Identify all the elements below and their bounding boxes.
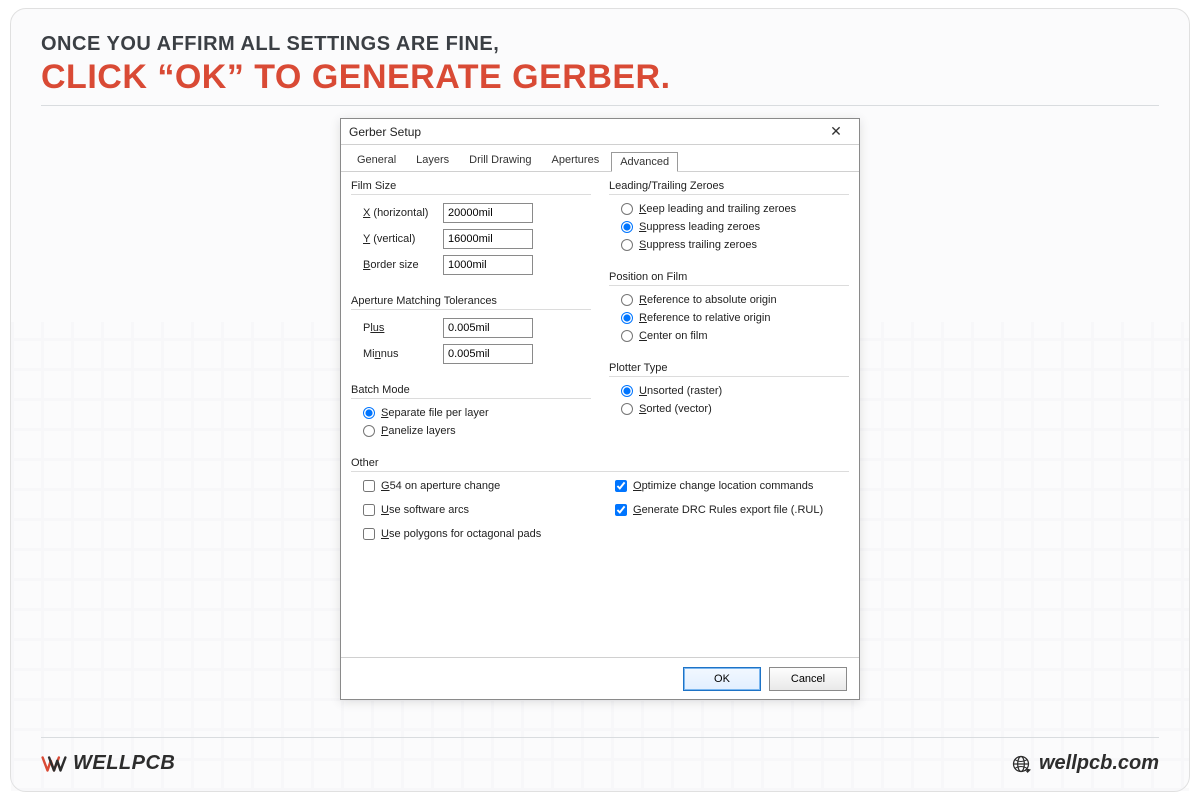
film-size-x-input[interactable] bbox=[443, 203, 533, 223]
tab-bar: General Layers Drill Drawing Apertures A… bbox=[341, 145, 859, 172]
plotter-sorted[interactable]: Sorted (vector) bbox=[621, 403, 849, 415]
position-center-radio[interactable] bbox=[621, 330, 633, 342]
position-center[interactable]: Center on film bbox=[621, 330, 849, 342]
other-generate-drc[interactable]: Generate DRC Rules export file (.RUL) bbox=[615, 504, 849, 516]
brand-name: WELLPCB bbox=[73, 752, 175, 775]
headline-main: CLICK “OK” TO GENERATE GERBER. bbox=[41, 58, 1159, 97]
group-position: Position on Film Reference to absolute o… bbox=[609, 271, 849, 354]
group-zeroes: Leading/Trailing Zeroes Keep leading and… bbox=[609, 180, 849, 263]
tab-advanced[interactable]: Advanced bbox=[611, 152, 678, 172]
gerber-setup-dialog: Gerber Setup ✕ General Layers Drill Draw… bbox=[340, 118, 860, 700]
group-position-legend: Position on Film bbox=[609, 271, 849, 283]
zeroes-suppress-trailing-radio[interactable] bbox=[621, 239, 633, 251]
zeroes-keep[interactable]: Keep leading and trailing zeroes bbox=[621, 203, 849, 215]
film-size-y-label: Y (vertical) bbox=[363, 233, 443, 245]
other-software-arcs-checkbox[interactable] bbox=[363, 504, 375, 516]
zeroes-suppress-leading-radio[interactable] bbox=[621, 221, 633, 233]
aperture-plus-label: Plus bbox=[363, 322, 443, 334]
headline-sub: ONCE YOU AFFIRM ALL SETTINGS ARE FINE, bbox=[41, 33, 1159, 56]
other-g54[interactable]: G54 on aperture change bbox=[363, 480, 597, 492]
aperture-plus-input[interactable] bbox=[443, 318, 533, 338]
group-aperture-tolerances-legend: Aperture Matching Tolerances bbox=[351, 295, 591, 307]
group-aperture-tolerances: Aperture Matching Tolerances Plus Minnus bbox=[351, 295, 591, 376]
tab-layers[interactable]: Layers bbox=[408, 151, 457, 171]
film-size-border-label: Border size bbox=[363, 259, 443, 271]
tab-apertures[interactable]: Apertures bbox=[544, 151, 608, 171]
headline: ONCE YOU AFFIRM ALL SETTINGS ARE FINE, C… bbox=[41, 33, 1159, 118]
group-plotter-type-legend: Plotter Type bbox=[609, 362, 849, 374]
batch-mode-panelize-radio[interactable] bbox=[363, 425, 375, 437]
brand-site: wellpcb.com bbox=[1011, 752, 1159, 775]
aperture-minus-input[interactable] bbox=[443, 344, 533, 364]
plotter-unsorted[interactable]: Unsorted (raster) bbox=[621, 385, 849, 397]
dialog-buttonbar: OK Cancel bbox=[341, 657, 859, 699]
dialog-title: Gerber Setup bbox=[349, 125, 821, 139]
close-icon[interactable]: ✕ bbox=[821, 122, 851, 142]
film-size-x-label: X (horizontal) bbox=[363, 207, 443, 219]
film-size-border-input[interactable] bbox=[443, 255, 533, 275]
globe-icon bbox=[1011, 754, 1031, 774]
brand-site-text: wellpcb.com bbox=[1039, 752, 1159, 775]
plotter-sorted-radio[interactable] bbox=[621, 403, 633, 415]
group-zeroes-legend: Leading/Trailing Zeroes bbox=[609, 180, 849, 192]
brand-logo-block: WELLPCB bbox=[41, 752, 175, 775]
zeroes-suppress-trailing[interactable]: Suppress trailing zeroes bbox=[621, 239, 849, 251]
aperture-minus-label: Minnus bbox=[363, 348, 443, 360]
other-optimize-checkbox[interactable] bbox=[615, 480, 627, 492]
tab-drill-drawing[interactable]: Drill Drawing bbox=[461, 151, 539, 171]
ok-button[interactable]: OK bbox=[683, 667, 761, 691]
other-software-arcs[interactable]: Use software arcs bbox=[363, 504, 597, 516]
zeroes-keep-radio[interactable] bbox=[621, 203, 633, 215]
group-plotter-type: Plotter Type Unsorted (raster) Sorted (v… bbox=[609, 362, 849, 427]
batch-mode-panelize[interactable]: Panelize layers bbox=[363, 425, 591, 437]
other-polygons-octagonal-checkbox[interactable] bbox=[363, 528, 375, 540]
batch-mode-separate[interactable]: Separate file per layer bbox=[363, 407, 591, 419]
zeroes-suppress-leading[interactable]: Suppress leading zeroes bbox=[621, 221, 849, 233]
batch-mode-separate-radio[interactable] bbox=[363, 407, 375, 419]
other-polygons-octagonal[interactable]: Use polygons for octagonal pads bbox=[363, 528, 597, 540]
position-relative-radio[interactable] bbox=[621, 312, 633, 324]
position-relative[interactable]: Reference to relative origin bbox=[621, 312, 849, 324]
group-batch-mode: Batch Mode Separate file per layer Panel… bbox=[351, 384, 591, 449]
wellpcb-logo-icon bbox=[41, 753, 67, 775]
other-optimize[interactable]: Optimize change location commands bbox=[615, 480, 849, 492]
group-other: Other G54 on aperture change Optimize ch… bbox=[351, 457, 849, 552]
group-other-legend: Other bbox=[351, 457, 849, 469]
headline-divider bbox=[41, 105, 1159, 106]
group-film-size-legend: Film Size bbox=[351, 180, 591, 192]
cancel-button[interactable]: Cancel bbox=[769, 667, 847, 691]
tab-general[interactable]: General bbox=[349, 151, 404, 171]
dialog-titlebar: Gerber Setup ✕ bbox=[341, 119, 859, 145]
group-film-size: Film Size X (horizontal) Y (vertical) bbox=[351, 180, 591, 287]
position-absolute-radio[interactable] bbox=[621, 294, 633, 306]
plotter-unsorted-radio[interactable] bbox=[621, 385, 633, 397]
other-generate-drc-checkbox[interactable] bbox=[615, 504, 627, 516]
other-g54-checkbox[interactable] bbox=[363, 480, 375, 492]
group-batch-mode-legend: Batch Mode bbox=[351, 384, 591, 396]
film-size-y-input[interactable] bbox=[443, 229, 533, 249]
position-absolute[interactable]: Reference to absolute origin bbox=[621, 294, 849, 306]
dialog-content: Film Size X (horizontal) Y (vertical) bbox=[341, 172, 859, 657]
